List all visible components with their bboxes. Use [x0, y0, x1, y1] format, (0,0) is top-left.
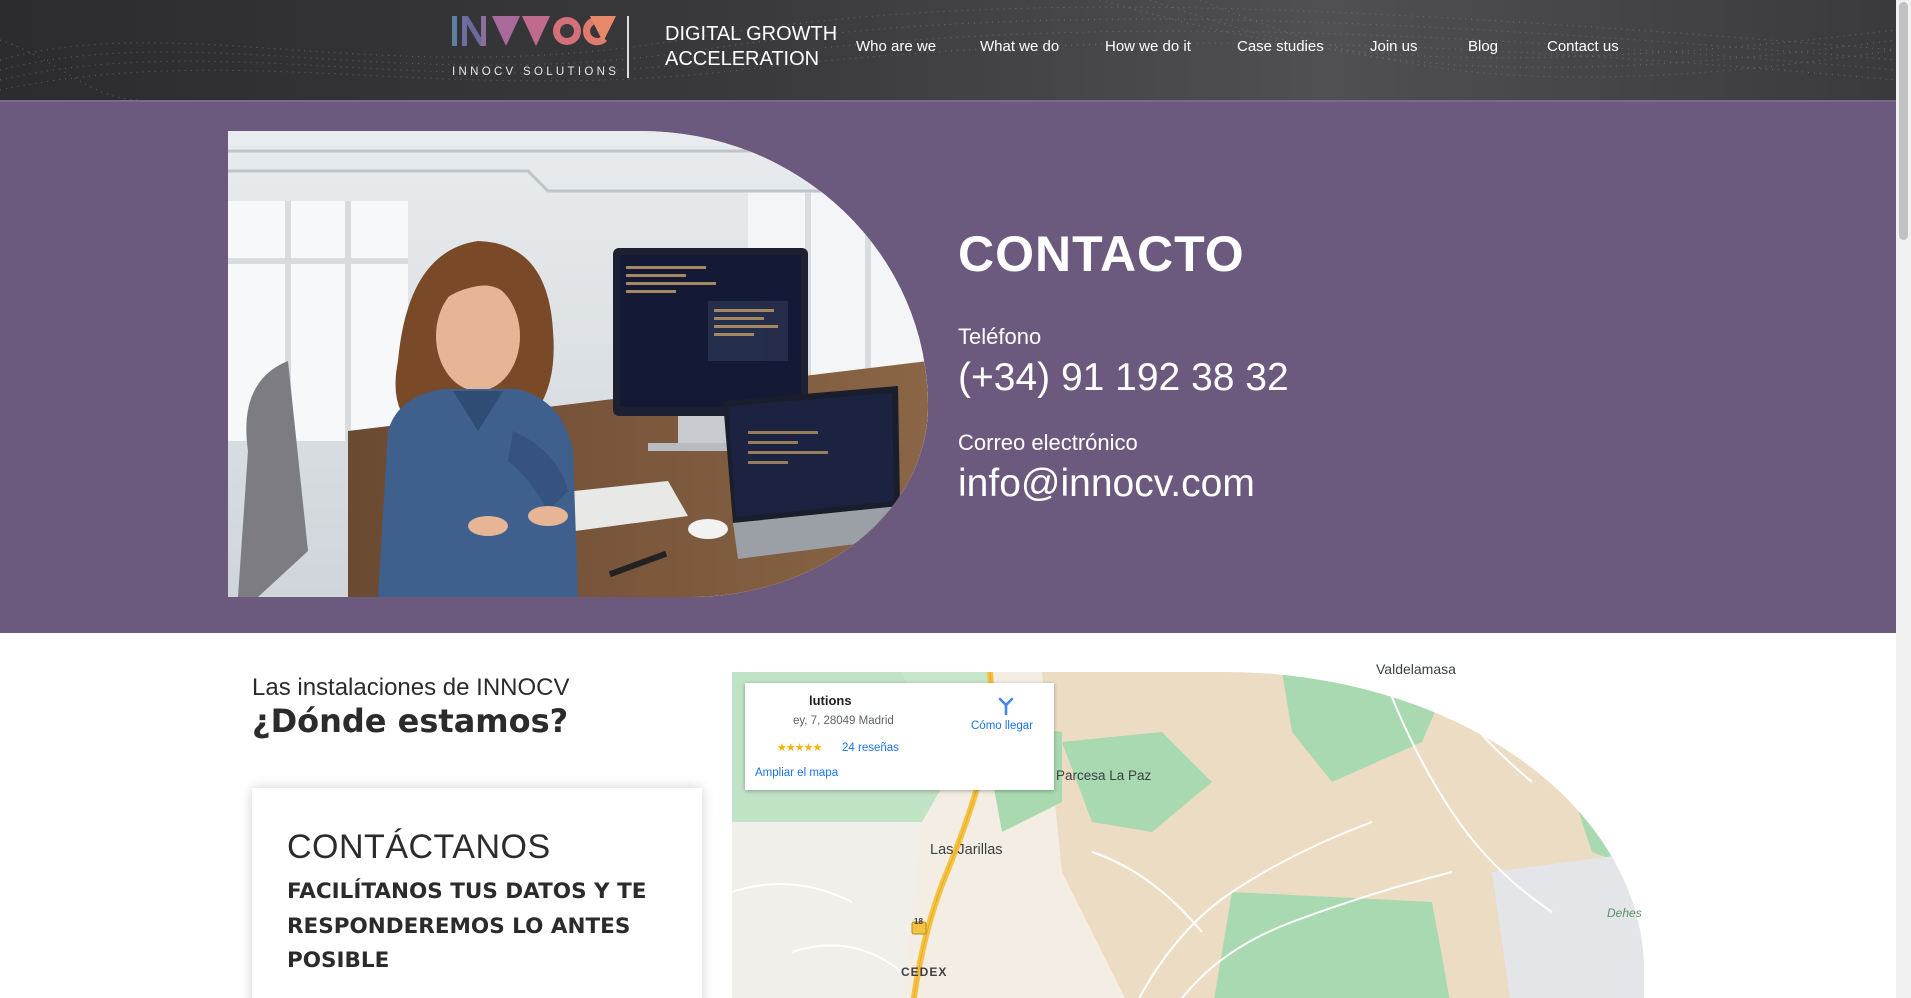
map-place-address: ey, 7, 28049 Madrid — [793, 715, 894, 727]
nav-blog[interactable]: Blog — [1468, 38, 1498, 55]
tagline-line-1: DIGITAL GROWTH — [665, 23, 838, 45]
map-rating-stars: ★★★★★ — [777, 741, 822, 754]
contact-hero: CONTACTO Teléfono (+34) 91 192 38 32 Cor… — [0, 102, 1896, 633]
innocv-logo-mark — [452, 16, 616, 46]
tagline-line-2: ACCELERATION — [665, 48, 820, 70]
phone-number-link[interactable]: (+34) 91 192 38 32 — [958, 356, 1289, 400]
nav-contact-us[interactable]: Contact us — [1547, 38, 1619, 55]
header-tagline: DIGITAL GROWTH ACCELERATION — [665, 22, 837, 72]
nav-what-we-do[interactable]: What we do — [980, 38, 1059, 55]
nav-case-studies[interactable]: Case studies — [1237, 38, 1324, 55]
phone-label: Teléfono — [958, 324, 1042, 349]
logo-divider — [627, 16, 629, 78]
nav-who-are-we[interactable]: Who are we — [856, 38, 936, 55]
map-label-cedex: CEDEX — [901, 965, 948, 979]
nav-join-us[interactable]: Join us — [1370, 38, 1418, 55]
contact-card-text: FACILÍTANOS TUS DATOS Y TE RESPONDEREMOS… — [287, 879, 647, 973]
map-enlarge-link[interactable]: Ampliar el mapa — [755, 767, 838, 779]
directions-icon[interactable] — [997, 697, 1015, 715]
map-label-dehesa: Dehes — [1607, 906, 1642, 920]
map-label-valdelamasa: Valdelamasa — [1376, 661, 1456, 677]
email-label: Correo electrónico — [958, 430, 1138, 455]
nav-how-we-do-it[interactable]: How we do it — [1105, 38, 1191, 55]
map-place-card: lutions ey, 7, 28049 Madrid ★★★★★ 24 res… — [745, 683, 1054, 790]
map-reviews-link[interactable]: 24 reseñas — [842, 742, 899, 754]
location-title: ¿Dónde estamos? — [252, 702, 569, 740]
location-subtitle: Las instalaciones de INNOCV — [252, 674, 570, 701]
contact-title: CONTACTO — [958, 226, 1245, 282]
logo-subtext: INNOCV SOLUTIONS — [452, 66, 620, 78]
scrollbar-thumb[interactable] — [1899, 2, 1908, 240]
map-directions-link[interactable]: Cómo llegar — [971, 720, 1033, 732]
contact-card-title: CONTÁCTANOS — [287, 828, 551, 866]
map-label-parcesa: Parcesa La Paz — [1056, 768, 1152, 783]
map-label-las-jarillas: Las Jarillas — [930, 842, 1003, 858]
contact-form-card: CONTÁCTANOS FACILÍTANOS TUS DATOS Y TE R… — [252, 788, 702, 998]
map-road-number: 18 — [914, 917, 923, 926]
map-place-name: lutions — [809, 693, 852, 708]
email-link[interactable]: info@innocv.com — [958, 462, 1255, 506]
innocv-logo[interactable]: INNOCV SOLUTIONS — [450, 14, 618, 80]
hero-photo-woman-at-computer — [228, 131, 928, 597]
